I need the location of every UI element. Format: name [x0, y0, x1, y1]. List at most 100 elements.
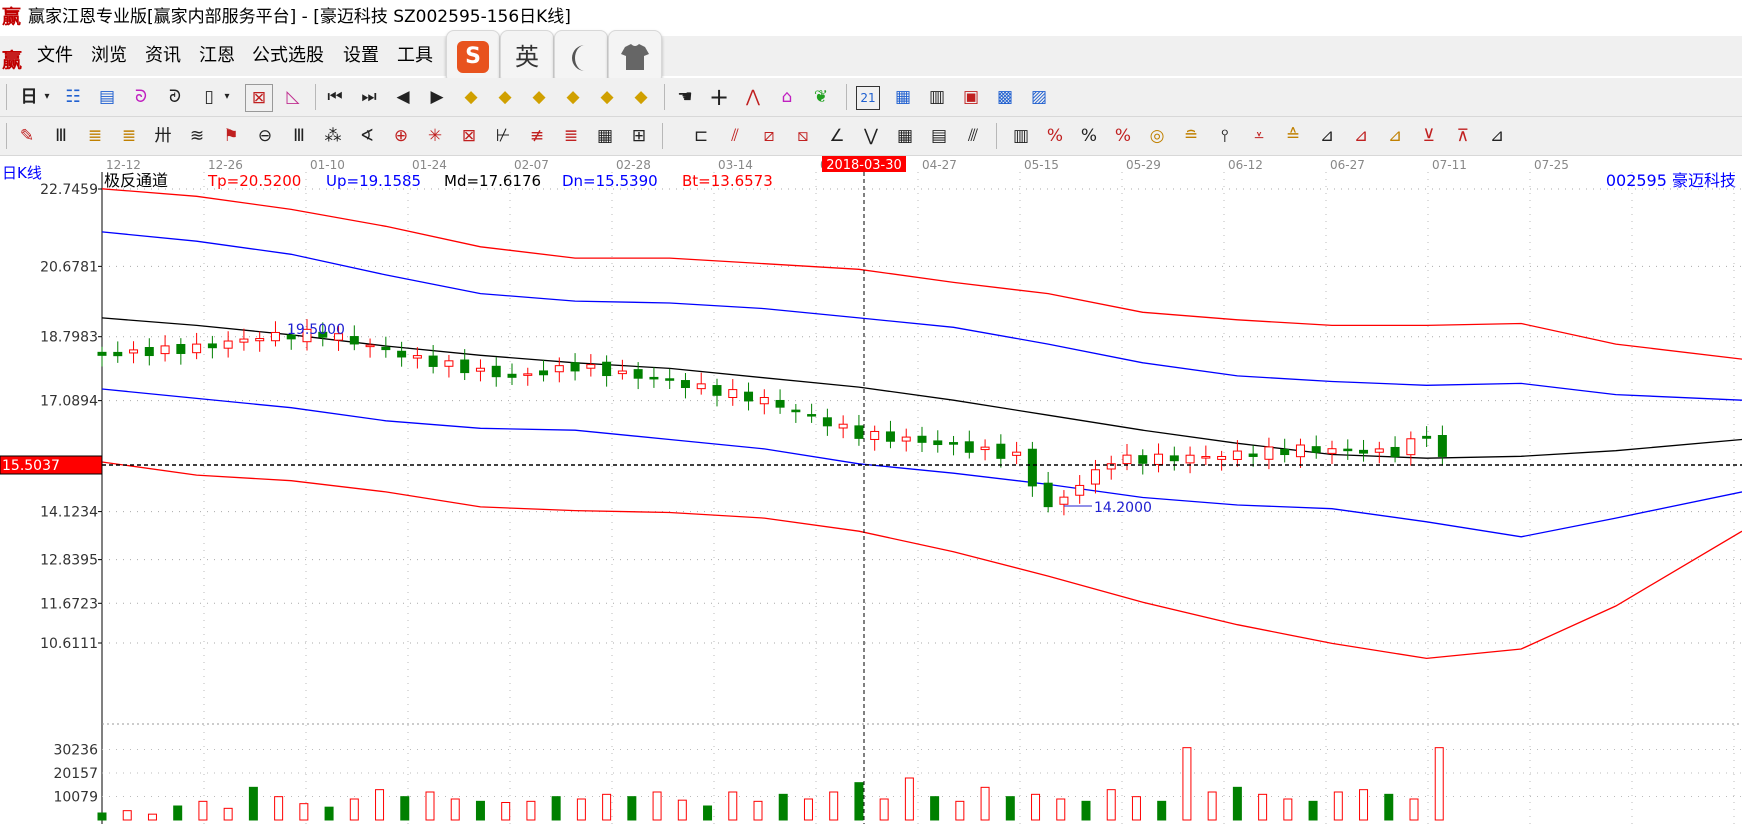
gann-box-icon[interactable]: ≣	[82, 123, 108, 149]
angle4-icon[interactable]: ⫯	[1212, 123, 1238, 149]
table-icon[interactable]: ∠	[824, 123, 850, 149]
expand-icon[interactable]: ◆	[594, 84, 620, 110]
coin2-icon[interactable]: %	[1110, 123, 1136, 149]
arrow-up-icon[interactable]: %	[1042, 123, 1068, 149]
tool-icon-b[interactable]: ⊿	[1382, 123, 1408, 149]
menu-settings[interactable]: 设置	[343, 36, 379, 76]
mark-icon[interactable]: ⊠	[245, 84, 273, 112]
hex-icon[interactable]: ⊬	[490, 123, 516, 149]
indicator-icon[interactable]: ᘐ	[128, 84, 154, 110]
square-icon[interactable]: ⁂	[320, 123, 346, 149]
right-arrow-icon[interactable]: ▶	[424, 84, 450, 110]
candle-body	[602, 361, 612, 377]
crosshair-icon[interactable]: +	[706, 84, 732, 110]
angle3-icon[interactable]: ≘	[1178, 123, 1204, 149]
percent-line-icon[interactable]: ▤	[926, 123, 952, 149]
trend-icon[interactable]: %	[1076, 123, 1102, 149]
candle-body	[1138, 455, 1148, 464]
chinese-english-toggle[interactable]: 英	[500, 30, 554, 84]
target-icon[interactable]: ⊕	[388, 123, 414, 149]
gann-grid-icon[interactable]: ≣	[116, 123, 142, 149]
reverse-icon[interactable]: ⩡	[1246, 123, 1272, 149]
fib-icon[interactable]: 卅	[150, 123, 176, 149]
line-tool-icon[interactable]: ⋀	[740, 84, 766, 110]
notes-icon[interactable]: ▥	[924, 84, 950, 110]
reverse3-icon[interactable]: ⊿	[1314, 123, 1340, 149]
sogou-logo-icon[interactable]: S	[446, 30, 500, 84]
sogou-s-badge: S	[457, 41, 489, 73]
tool-icon-a[interactable]: ⊿	[1348, 123, 1374, 149]
angle-icon[interactable]: ∢	[354, 123, 380, 149]
export-icon[interactable]: ▨	[1026, 84, 1052, 110]
coin-icon[interactable]: ⫻	[960, 123, 986, 149]
bars-icon[interactable]: Ⅲ	[48, 123, 74, 149]
gift-icon[interactable]: ⌂	[774, 84, 800, 110]
moon-icon[interactable]	[554, 30, 608, 84]
menu-tools[interactable]: 工具	[397, 36, 433, 76]
print-icon[interactable]: ▩	[992, 84, 1018, 110]
left-arrow-icon[interactable]: ◀	[390, 84, 416, 110]
menu-browse[interactable]: 浏览	[91, 36, 127, 76]
candle-body	[759, 396, 769, 405]
hand-icon[interactable]: ☚	[672, 84, 698, 110]
calendar-icon[interactable]: 21	[856, 86, 880, 110]
grid-icon[interactable]: ⊞	[626, 123, 652, 149]
fan-icon[interactable]: ⫽	[722, 123, 748, 149]
period-dropdown-icon[interactable]: ▾	[40, 84, 54, 110]
save-icon[interactable]: ▣	[958, 84, 984, 110]
gann-fan-icon[interactable]: ◺	[280, 84, 306, 110]
menu-logo-icon[interactable]: 赢	[2, 44, 22, 73]
angle2-icon[interactable]: ◎	[1144, 123, 1170, 149]
candle-body	[349, 336, 359, 345]
candle-body	[617, 370, 627, 375]
zoom-in-icon[interactable]: ◆	[526, 84, 552, 110]
tool-icon-d[interactable]: ⊼	[1450, 123, 1476, 149]
ray-icon[interactable]: ⧄	[756, 123, 782, 149]
cycle-icon[interactable]: Ⅲ	[286, 123, 312, 149]
menu-gann[interactable]: 江恩	[199, 36, 235, 76]
compress-icon[interactable]: ◆	[628, 84, 654, 110]
speed-line-icon[interactable]: ≣	[558, 123, 584, 149]
move-left-icon[interactable]: ◆	[458, 84, 484, 110]
volume-tick-label: 10079	[53, 789, 98, 805]
kline-style-icon[interactable]: ☷	[60, 84, 86, 110]
wave-icon[interactable]: ≋	[184, 123, 210, 149]
percent-icon[interactable]: ▦	[892, 123, 918, 149]
calculator-icon[interactable]: ▦	[890, 84, 916, 110]
tool-icon-c[interactable]: ⊻	[1416, 123, 1442, 149]
volume-bar	[980, 786, 990, 821]
skin-shirt-icon[interactable]	[608, 30, 662, 84]
fib-retrace-icon[interactable]: ⋁	[858, 123, 884, 149]
channel-icon[interactable]: ▦	[592, 123, 618, 149]
link-icon[interactable]: ❦	[808, 84, 834, 110]
info-icon[interactable]: ▤	[94, 84, 120, 110]
circle-icon[interactable]: ⊖	[252, 123, 278, 149]
brick-icon[interactable]: ⊏	[688, 123, 714, 149]
zoom-out-icon[interactable]: ◆	[560, 84, 586, 110]
menu-info[interactable]: 资讯	[145, 36, 181, 76]
menu-file[interactable]: 文件	[37, 36, 73, 76]
kline-chart-svg[interactable]: 12-1212-2601-1001-2402-0702-2803-1404-13…	[0, 156, 1742, 824]
kline-chart-area[interactable]: 12-1212-2601-1001-2402-0702-2803-1404-13…	[0, 156, 1742, 824]
overlay-icon[interactable]: ᘑ	[162, 84, 188, 110]
volume-bar	[1409, 798, 1419, 821]
volume-bar	[854, 782, 864, 821]
move-right-icon[interactable]: ◆	[492, 84, 518, 110]
reverse2-icon[interactable]: ≙	[1280, 123, 1306, 149]
volume-bar	[324, 806, 334, 821]
box-icon[interactable]: ⊠	[456, 123, 482, 149]
candle-body	[807, 414, 817, 417]
candle-dropdown-icon[interactable]: ▾	[220, 84, 234, 110]
star-icon[interactable]: ✳	[422, 123, 448, 149]
balance-icon[interactable]: ▥	[1008, 123, 1034, 149]
parallel-icon[interactable]: ⧅	[790, 123, 816, 149]
last-bar-icon[interactable]: ⏭	[356, 84, 382, 110]
flag-icon[interactable]: ⚑	[218, 123, 244, 149]
candle-icon[interactable]: ▯	[196, 84, 222, 110]
candle-body	[1059, 496, 1069, 505]
menu-formula-select[interactable]: 公式选股	[252, 36, 324, 76]
gann-angle-icon[interactable]: ≢	[524, 123, 550, 149]
first-bar-icon[interactable]: ⏮	[322, 84, 348, 110]
tool-icon-e[interactable]: ⊿	[1484, 123, 1510, 149]
pen-icon[interactable]: ✎	[14, 123, 40, 149]
